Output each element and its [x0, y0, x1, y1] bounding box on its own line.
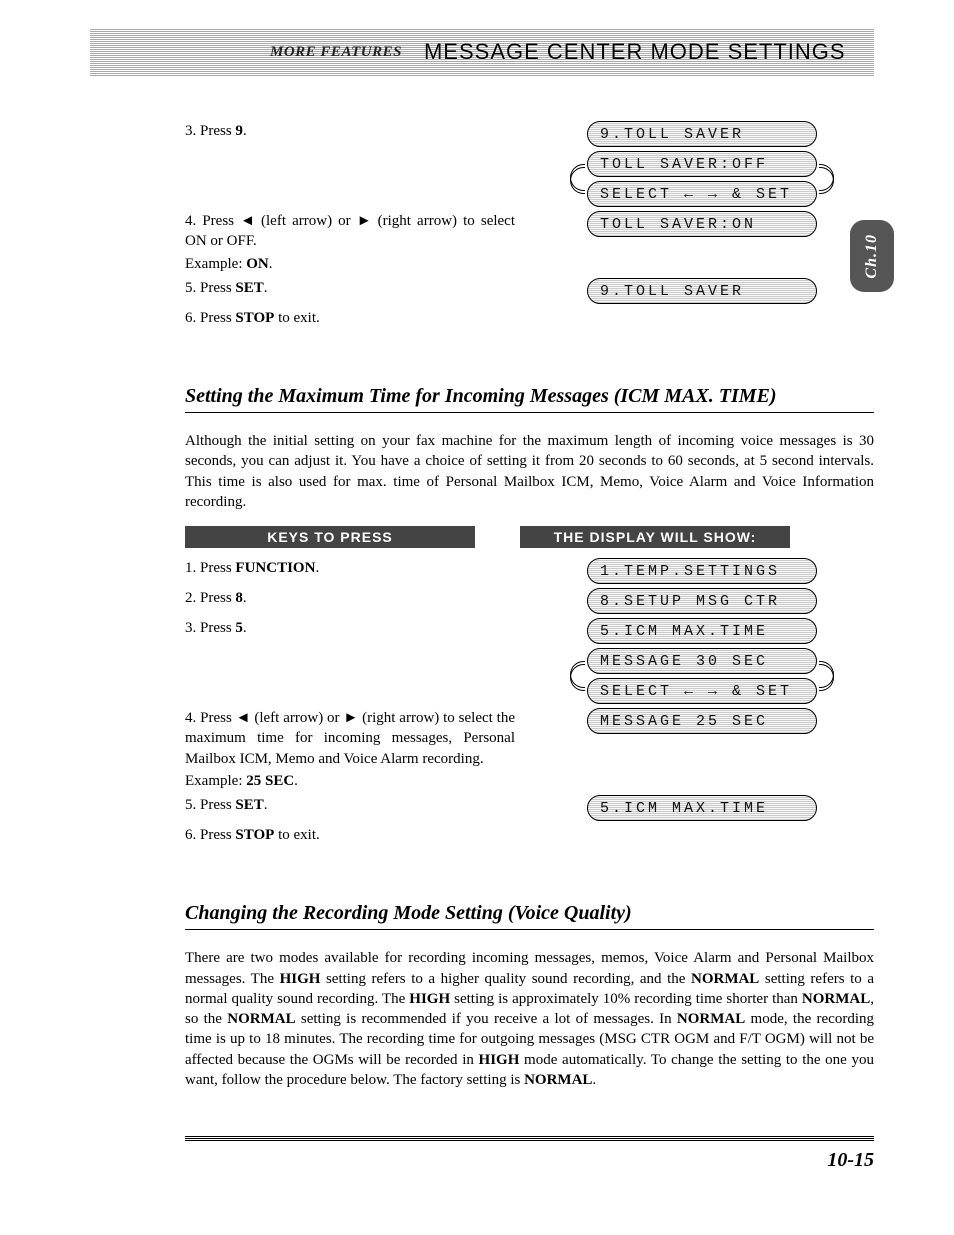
step-text: 3. Press 9.: [185, 121, 530, 141]
lcd-display: 5.ICM MAX.TIME: [587, 795, 817, 821]
step-row: 1. Press FUNCTION. 1.TEMP.SETTINGS: [185, 558, 874, 584]
section-heading-voice: Changing the Recording Mode Setting (Voi…: [185, 900, 874, 930]
lcd-display: TOLL SAVER:ON: [587, 211, 817, 237]
step-row: 6. Press STOP to exit.: [185, 825, 874, 845]
lcd-display: 9.TOLL SAVER: [587, 121, 817, 147]
icm-intro: Although the initial setting on your fax…: [185, 431, 874, 512]
step-row: 2. Press 8. 8.SETUP MSG CTR: [185, 588, 874, 614]
col-header-keys: KEYS TO PRESS: [185, 526, 475, 548]
lcd-display: 9.TOLL SAVER: [587, 278, 817, 304]
step-row: 6. Press STOP to exit.: [185, 308, 874, 328]
icm-steps: 1. Press FUNCTION. 1.TEMP.SETTINGS 2. Pr…: [185, 558, 874, 845]
step-text: 6. Press STOP to exit.: [185, 308, 530, 328]
step-row: 4. Press ◄ (left arrow) or ► (right arro…: [185, 211, 874, 274]
page-number: 10-15: [90, 1147, 874, 1174]
lcd-display: SELECT ← → & SET: [587, 678, 817, 704]
lcd-display: 8.SETUP MSG CTR: [587, 588, 817, 614]
step-row: 3. Press 5. 5.ICM MAX.TIME MESSAGE 30 SE…: [185, 618, 874, 704]
lcd-display: MESSAGE 30 SEC: [587, 648, 817, 674]
lcd-display: SELECT ← → & SET: [587, 181, 817, 207]
column-headers: KEYS TO PRESS THE DISPLAY WILL SHOW:: [185, 526, 874, 548]
step-row: 5. Press SET. 5.ICM MAX.TIME: [185, 795, 874, 821]
toll-saver-steps: 3. Press 9. 9.TOLL SAVER TOLL SAVER:OFF …: [185, 121, 874, 328]
footer-rule: [185, 1135, 874, 1141]
step-row: 5. Press SET. 9.TOLL SAVER: [185, 278, 874, 304]
step-text: 4. Press ◄ (left arrow) or ► (right arro…: [185, 211, 530, 274]
header-breadcrumb: MORE FEATURES: [270, 42, 402, 62]
lcd-display: 5.ICM MAX.TIME: [587, 618, 817, 644]
step-row: 4. Press ◄ (left arrow) or ► (right arro…: [185, 708, 874, 791]
lcd-display: TOLL SAVER:OFF: [587, 151, 817, 177]
header-title: MESSAGE CENTER MODE SETTINGS: [424, 37, 846, 67]
step-row: 3. Press 9. 9.TOLL SAVER TOLL SAVER:OFF …: [185, 121, 874, 207]
col-header-display: THE DISPLAY WILL SHOW:: [520, 526, 790, 548]
step-text: 5. Press SET.: [185, 278, 530, 298]
section-heading-icm: Setting the Maximum Time for Incoming Me…: [185, 383, 874, 413]
lcd-display: MESSAGE 25 SEC: [587, 708, 817, 734]
lcd-display: 1.TEMP.SETTINGS: [587, 558, 817, 584]
page-header: MORE FEATURES MESSAGE CENTER MODE SETTIN…: [90, 28, 874, 76]
voice-body: There are two modes available for record…: [185, 948, 874, 1090]
